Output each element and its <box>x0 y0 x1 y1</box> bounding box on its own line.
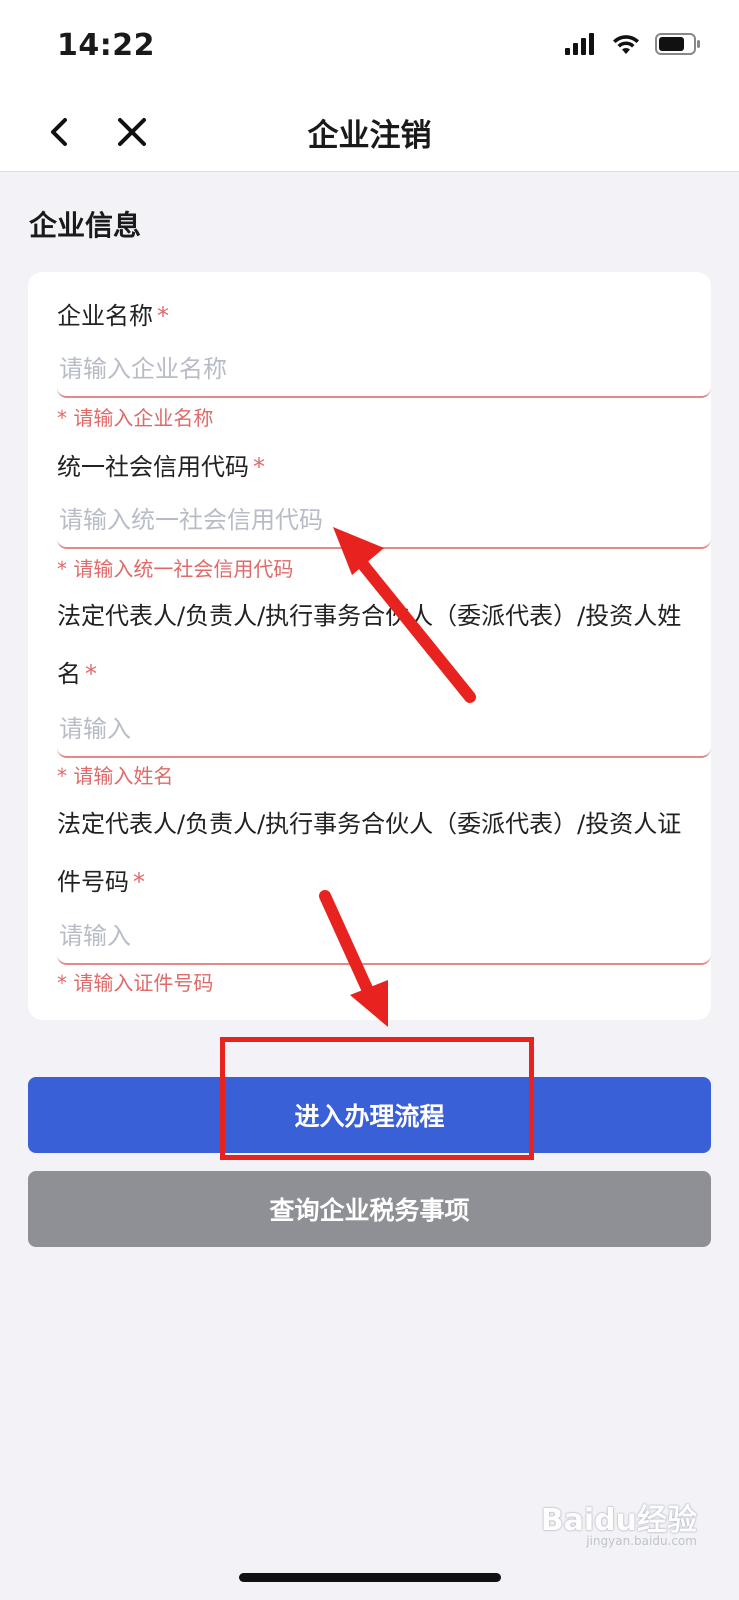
representative-id-error: * 请输入证件号码 <box>57 971 214 995</box>
watermark-url: jingyan.baidu.com <box>586 1534 697 1548</box>
cellular-signal-icon <box>565 33 594 55</box>
required-mark: * <box>85 660 97 688</box>
representative-id-input[interactable] <box>57 909 711 963</box>
representative-name-error: * 请输入姓名 <box>57 764 174 788</box>
wifi-icon <box>613 35 639 54</box>
status-bar: 14:22 <box>0 0 739 92</box>
company-name-label: 企业名称 * <box>57 302 169 330</box>
page-title: 企业注销 <box>307 118 432 154</box>
representative-id-label: 法定代表人/负责人/执行事务合伙人（委派代表）/投资人证件号码 * <box>57 810 682 896</box>
watermark-logo: Baidu经验 <box>540 1503 697 1538</box>
representative-name-label: 法定代表人/负责人/执行事务合伙人（委派代表）/投资人姓名 * <box>57 602 682 688</box>
credit-code-field[interactable] <box>57 493 711 549</box>
battery-icon <box>655 33 700 55</box>
representative-name-field[interactable] <box>57 702 711 758</box>
status-icons <box>565 33 701 55</box>
representative-name-input[interactable] <box>57 702 711 756</box>
required-mark: * <box>157 302 169 330</box>
required-mark: * <box>253 453 265 481</box>
section-title: 企业信息 <box>29 209 142 242</box>
enterprise-info-form: 企业名称* * 请输入企业名称 统一社会信用代码* * 请输入统一社会信用代码 … <box>28 272 711 1020</box>
credit-code-label: 统一社会信用代码 * <box>57 453 265 481</box>
required-mark: * <box>133 868 145 896</box>
credit-code-error: * 请输入统一社会信用代码 <box>57 557 294 581</box>
credit-code-input[interactable] <box>57 493 711 547</box>
status-time: 14:22 <box>57 28 155 63</box>
company-name-field[interactable] <box>57 342 711 398</box>
query-tax-matters-button[interactable]: 查询企业税务事项 <box>28 1171 711 1247</box>
home-indicator[interactable] <box>239 1573 501 1582</box>
navigation-bar: 企业注销 <box>0 92 739 172</box>
start-process-button[interactable]: 进入办理流程 <box>28 1077 711 1153</box>
representative-id-field[interactable] <box>57 909 711 965</box>
company-name-input[interactable] <box>57 342 711 396</box>
company-name-error: * 请输入企业名称 <box>57 406 214 430</box>
